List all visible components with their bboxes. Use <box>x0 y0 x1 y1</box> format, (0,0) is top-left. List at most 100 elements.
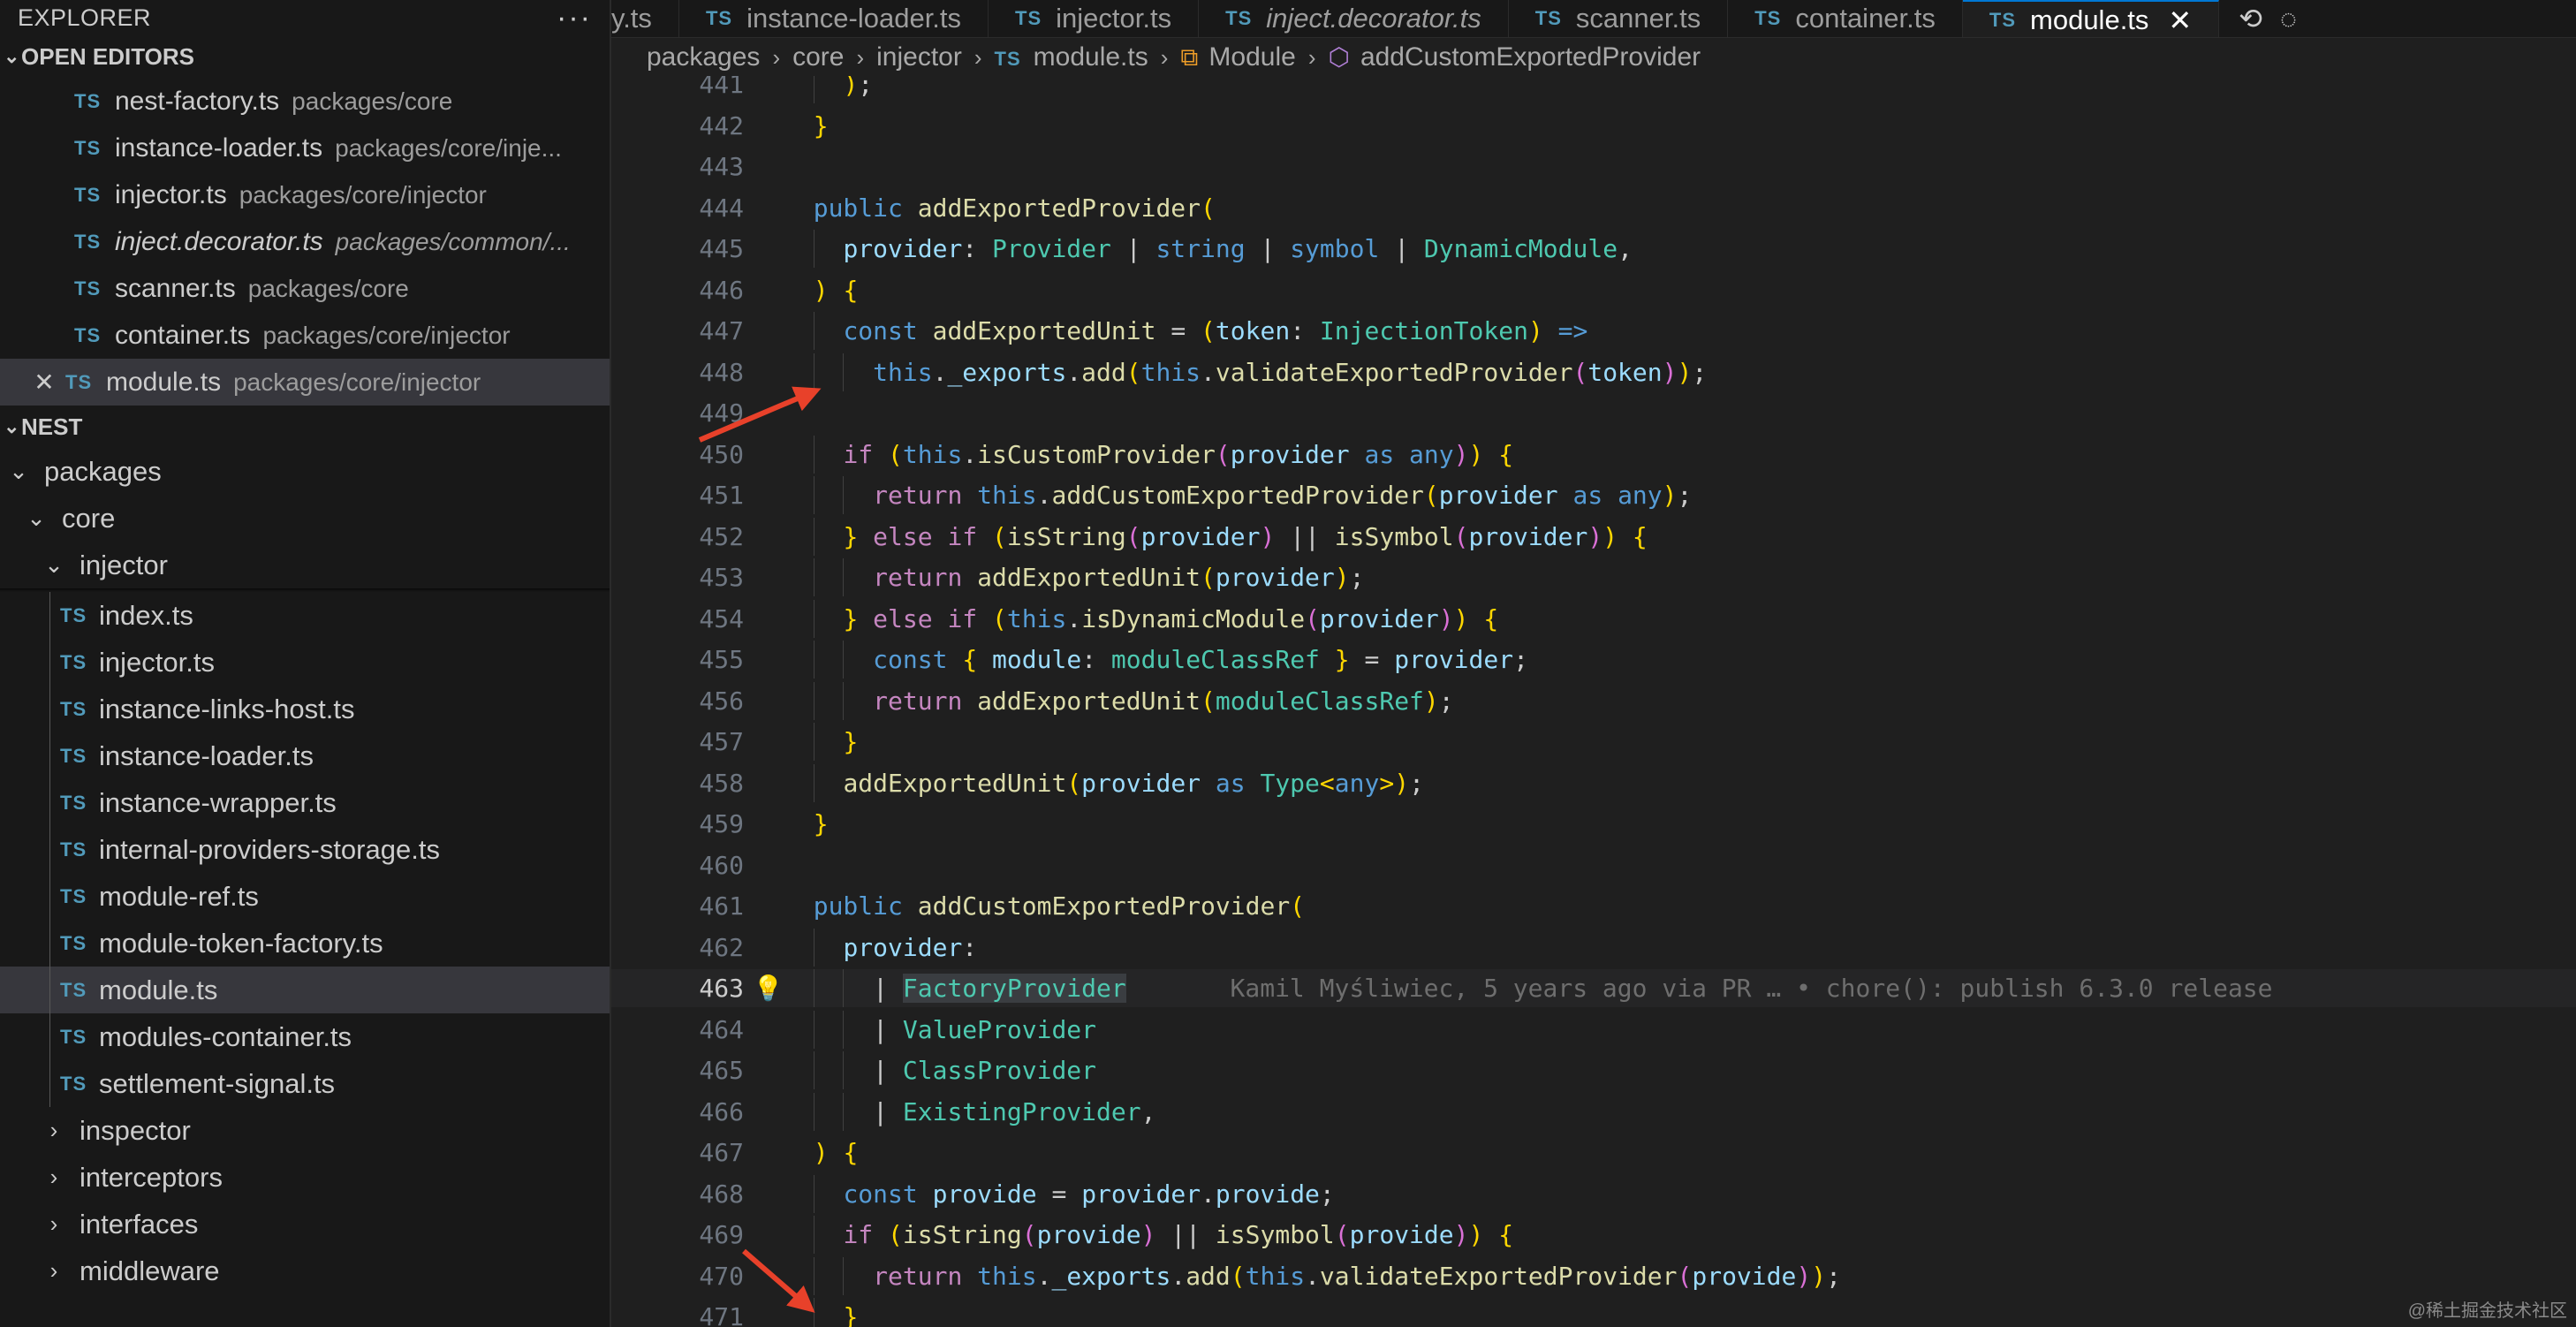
code-line[interactable]: 453 return addExportedUnit(provider); <box>611 558 2576 596</box>
editor-tab[interactable]: TS injector.ts <box>989 0 1200 37</box>
code-line[interactable]: 446 ) { <box>611 271 2576 309</box>
file-item[interactable]: TS module-token-factory.ts <box>0 920 610 967</box>
folder-item[interactable]: › middleware <box>0 1247 610 1294</box>
code-line[interactable]: 458 addExportedUnit(provider as Type<any… <box>611 763 2576 802</box>
code-line[interactable]: 467 ) { <box>611 1134 2576 1172</box>
code-line[interactable]: 450 if (this.isCustomProvider(provider a… <box>611 435 2576 474</box>
code-line[interactable]: 465 | ClassProvider <box>611 1051 2576 1089</box>
code-line[interactable]: 462 provider: <box>611 928 2576 967</box>
line-number: 464 <box>699 1014 744 1044</box>
code-line[interactable]: 464 | ValueProvider <box>611 1010 2576 1049</box>
breadcrumb-item[interactable]: core <box>792 42 844 72</box>
file-item[interactable]: TS module.ts <box>0 967 610 1013</box>
class-icon: ⧉ <box>1180 43 1199 71</box>
typescript-file-icon: TS <box>74 323 102 346</box>
code-line[interactable]: 455 const { module: moduleClassRef } = p… <box>611 641 2576 679</box>
file-item[interactable]: TS module-ref.ts <box>0 873 610 920</box>
open-editor-item[interactable]: TS nest-factory.ts packages/core <box>0 78 610 125</box>
workspace-header[interactable]: ⌄ NEST <box>0 406 610 448</box>
folder-item[interactable]: › interfaces <box>0 1201 610 1247</box>
indent-guide <box>49 686 50 732</box>
code-line[interactable]: 448 this._exports.add(this.validateExpor… <box>611 353 2576 391</box>
code-line[interactable]: 466 | ExistingProvider, <box>611 1092 2576 1131</box>
open-editors-header[interactable]: ⌄ OPEN EDITORS <box>0 35 610 78</box>
typescript-file-icon: TS <box>60 744 87 767</box>
go-back-icon[interactable]: ⟲ <box>2239 2 2262 35</box>
file-item[interactable]: TS modules-container.ts <box>0 1013 610 1060</box>
line-number: 446 <box>699 275 744 305</box>
line-number: 459 <box>699 809 744 838</box>
file-name: instance-loader.ts <box>99 739 314 771</box>
breadcrumb-label: injector <box>876 42 962 72</box>
code-line[interactable]: 452 } else if (isString(provider) || isS… <box>611 517 2576 556</box>
open-editor-item[interactable]: ✕ TS module.ts packages/core/injector <box>0 359 610 406</box>
more-actions-icon[interactable]: ··· <box>557 1 592 35</box>
breadcrumb-item[interactable]: ⬡ addCustomExportedProvider <box>1328 42 1701 72</box>
code-line[interactable]: 441 ); <box>611 76 2576 103</box>
lightbulb-icon[interactable]: 💡 <box>753 969 784 1007</box>
open-editor-item[interactable]: TS injector.ts packages/core/injector <box>0 171 610 218</box>
open-editor-item[interactable]: TS inject.decorator.ts packages/common/... <box>0 218 610 265</box>
folder-item[interactable]: › interceptors <box>0 1154 610 1201</box>
close-icon[interactable]: ✕ <box>27 368 62 397</box>
folder-name: injector <box>80 549 168 580</box>
line-number: 447 <box>699 316 744 345</box>
code-line[interactable]: 445 provider: Provider | string | symbol… <box>611 230 2576 268</box>
line-number: 458 <box>699 768 744 798</box>
breadcrumb-item[interactable]: injector <box>876 42 962 72</box>
code-line[interactable]: 451 return this.addCustomExportedProvide… <box>611 476 2576 514</box>
code-line[interactable]: 457 } <box>611 723 2576 761</box>
file-name: module-ref.ts <box>99 880 259 912</box>
code-line[interactable]: 456 return addExportedUnit(moduleClassRe… <box>611 681 2576 720</box>
folder-item[interactable]: ⌄ core <box>0 495 610 542</box>
code-line[interactable]: 449 <box>611 394 2576 432</box>
typescript-file-icon: TS <box>1534 7 1562 29</box>
editor-tab[interactable]: TS inject.decorator.ts <box>1199 0 1509 37</box>
file-item[interactable]: TS index.ts <box>0 592 610 639</box>
open-editors-list: TS nest-factory.ts packages/core TS instance… <box>0 78 610 406</box>
file-item[interactable]: TS instance-loader.ts <box>0 732 610 779</box>
code-line[interactable]: 454 } else if (this.isDynamicModule(prov… <box>611 599 2576 638</box>
line-number: 453 <box>699 563 744 592</box>
code-line[interactable]: 442 } <box>611 107 2576 145</box>
code-line[interactable]: 444 public addExportedProvider( <box>611 189 2576 227</box>
folder-item[interactable]: ⌄ injector <box>0 542 610 588</box>
open-editor-item[interactable]: TS scanner.ts packages/core <box>0 265 610 312</box>
file-item[interactable]: TS internal-providers-storage.ts <box>0 826 610 873</box>
editor-tab[interactable]: y.ts <box>611 0 679 37</box>
code-line[interactable]: 463 | FactoryProvider 💡 Kamil Myśliwiec, 5… <box>611 969 2576 1007</box>
code-text: | FactoryProvider <box>873 974 1126 1003</box>
code-line[interactable]: 469 if (isString(provide) || isSymbol(pr… <box>611 1216 2576 1254</box>
file-item[interactable]: TS injector.ts <box>0 639 610 686</box>
code-line[interactable]: 460 <box>611 846 2576 884</box>
close-icon[interactable]: ✕ <box>2168 4 2192 37</box>
code-line[interactable]: 470 return this._exports.add(this.valida… <box>611 1256 2576 1295</box>
editor-tab[interactable]: TS module.ts ✕ <box>1962 0 2220 37</box>
line-number: 456 <box>699 686 744 716</box>
breadcrumb-item[interactable]: ⧉ Module <box>1180 42 1295 72</box>
code-line[interactable]: 461 public addCustomExportedProvider( <box>611 887 2576 925</box>
code-text: const { module: moduleClassRef } = provi… <box>873 645 1528 674</box>
file-item[interactable]: TS settlement-signal.ts <box>0 1060 610 1107</box>
folder-item[interactable]: ⌄ packages <box>0 448 610 495</box>
breadcrumb-item[interactable]: packages <box>647 42 760 72</box>
code-editor[interactable]: 441 ); 442 } 443 444 public addExportedProv… <box>611 76 2576 1327</box>
tab-label: scanner.ts <box>1575 3 1701 34</box>
code-line[interactable]: 468 const provide = provider.provide; <box>611 1174 2576 1213</box>
timeline-icon[interactable]: ◌ <box>2280 3 2297 35</box>
editor-tab[interactable]: TS container.ts <box>1728 0 1963 37</box>
open-editor-item[interactable]: TS instance-loader.ts packages/core/inje..… <box>0 125 610 171</box>
folder-item[interactable]: › inspector <box>0 1107 610 1154</box>
editor-tab[interactable]: TS scanner.ts <box>1509 0 1729 37</box>
indent-guide <box>49 639 50 686</box>
code-line[interactable]: 471 } <box>611 1298 2576 1327</box>
breadcrumb-item[interactable]: TS module.ts <box>995 42 1148 72</box>
file-item[interactable]: TS instance-links-host.ts <box>0 686 610 732</box>
explorer-header: EXPLORER ··· <box>0 0 610 35</box>
file-item[interactable]: TS instance-wrapper.ts <box>0 779 610 826</box>
open-editor-item[interactable]: TS container.ts packages/core/injector <box>0 312 610 359</box>
code-line[interactable]: 447 const addExportedUnit = (token: Inje… <box>611 312 2576 350</box>
editor-tab[interactable]: TS instance-loader.ts <box>679 0 989 37</box>
code-line[interactable]: 459 } <box>611 805 2576 843</box>
code-line[interactable]: 443 <box>611 148 2576 186</box>
